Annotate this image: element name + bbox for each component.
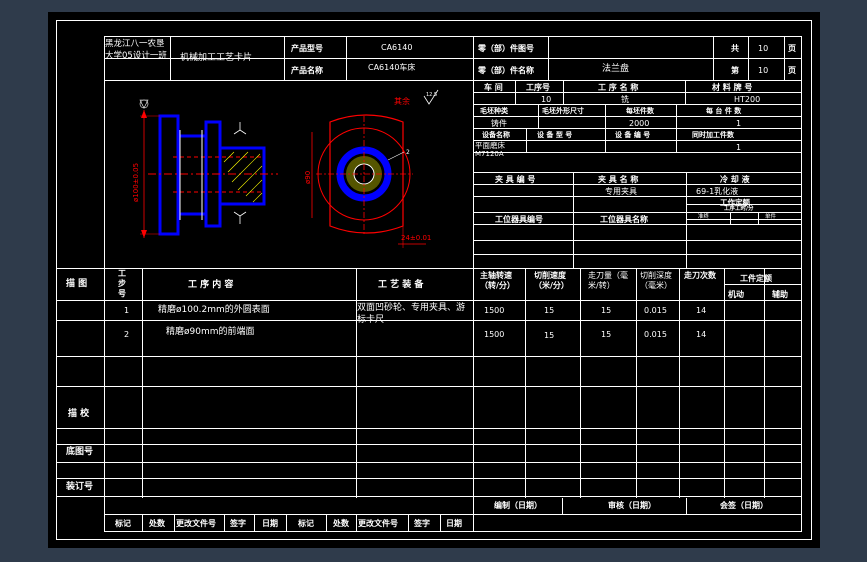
row2-speed: 1500 <box>484 330 505 339</box>
blank-count-label: 每坯件数 <box>626 107 654 115</box>
single-time-label: 工序工时/分 <box>724 206 754 212</box>
simul-count: 1 <box>736 143 742 152</box>
col-equipment: 工 艺 装 备 <box>378 280 424 290</box>
process-name: 铣 <box>621 95 629 104</box>
coolant-label: 冷 却 液 <box>720 175 750 184</box>
col-feed: 走刀量（毫米/转） <box>588 271 628 290</box>
review-label: 审核（日期） <box>608 501 656 510</box>
row1-speed: 1500 <box>484 306 505 315</box>
process-name-label: 工 序 名 称 <box>598 83 639 92</box>
equip-name: 平面磨床 <box>475 141 505 150</box>
front-view: ø90 24±0.01 2 <box>304 114 431 248</box>
col-content: 工 序 内 容 <box>188 280 234 290</box>
row2-cut-speed: 15 <box>544 331 555 340</box>
compile-label: 编制（日期） <box>494 501 542 510</box>
fixture-name-label: 夹 具 名 称 <box>598 175 639 184</box>
page-unit: 页 <box>788 66 796 75</box>
row1-feed: 15 <box>601 306 612 315</box>
station-tool-name-label: 工位器具名称 <box>600 215 648 224</box>
side-view: ø100±0.05 <box>132 99 278 238</box>
row2-passes: 14 <box>696 330 707 339</box>
equip-model-label: 设 备 型 号 <box>537 131 573 139</box>
fixture-name: 专用夹具 <box>605 187 637 196</box>
dim-small-text: 2 <box>406 149 410 156</box>
material-label: 材 料 牌 号 <box>712 83 753 92</box>
equip-model: M7120A <box>475 150 504 158</box>
footer-sign-2: 签字 <box>414 519 430 528</box>
footer-docno-2: 更改文件号 <box>358 519 398 528</box>
binding-no-label: 装订号 <box>66 482 94 492</box>
coolant: 69-1乳化液 <box>696 187 739 196</box>
check-label: 描 校 <box>68 409 90 419</box>
part-sketch: ø100±0.05 ø90 24±0.01 2 其余 12.5 <box>132 89 439 248</box>
row1-content: 精磨ø100.2mm的外圆表面 <box>158 305 270 315</box>
footer-docno-1: 更改文件号 <box>176 519 216 528</box>
row2-feed: 15 <box>601 330 612 339</box>
blank-type: 铸件 <box>491 119 507 128</box>
single2-label: 单件 <box>765 214 777 220</box>
footer-date-2: 日期 <box>446 519 462 528</box>
total-pages-unit: 页 <box>788 44 796 53</box>
row1-passes: 14 <box>696 306 707 315</box>
process-no-label: 工序号 <box>526 83 550 92</box>
equipment-list: 双面凹砂轮、专用夹具、游标卡尺 <box>357 303 466 325</box>
blank-count: 2000 <box>629 119 650 128</box>
footer-sign-1: 签字 <box>230 519 246 528</box>
station-tool-no-label: 工位器具编号 <box>495 215 543 224</box>
col-step: 工步号 <box>118 269 126 298</box>
base-no-label: 底图号 <box>66 447 94 457</box>
page-no: 10 <box>758 66 769 75</box>
blank-size-label: 毛坯外形尺寸 <box>542 107 584 115</box>
prep-label: 准终 <box>698 214 710 220</box>
process-no: 10 <box>541 95 552 104</box>
simul-label: 同时加工件数 <box>692 131 734 139</box>
row2-content: 精磨ø90mm的前端面 <box>166 327 255 337</box>
process-card-sheet: 黑龙江八一农垦大学05设计一班 机械加工工艺卡片 产品型号 CA6140 产品名… <box>48 12 820 548</box>
col-depth: 切削深度（毫米） <box>640 271 672 290</box>
equip-name-label: 设备名称 <box>482 131 510 139</box>
row1-depth: 0.015 <box>644 306 667 315</box>
per-unit-label: 每 台 件 数 <box>706 107 742 115</box>
total-pages-label: 共 <box>731 44 739 53</box>
col-sketch: 描 图 <box>66 279 88 289</box>
total-pages: 10 <box>758 44 769 53</box>
roughness-value: 12.5 <box>426 92 437 98</box>
material: HT200 <box>734 95 761 104</box>
col-speed: 主轴转速（转/分） <box>480 271 515 290</box>
row1-cut-speed: 15 <box>544 306 555 315</box>
footer-date-1: 日期 <box>262 519 278 528</box>
equip-no-label: 设 备 编 号 <box>615 131 651 139</box>
dim-left-text: ø100±0.05 <box>132 163 140 202</box>
roughness-symbol: 其余 12.5 <box>394 89 439 106</box>
col-machine: 机动 <box>728 290 744 299</box>
dim-bottom-text: 24±0.01 <box>401 234 431 242</box>
col-cut-speed: 切削速度（米/分） <box>534 271 569 290</box>
footer-mark-1: 标记 <box>115 519 131 528</box>
col-aux: 辅助 <box>772 290 788 299</box>
per-unit: 1 <box>736 119 742 128</box>
row1-step: 1 <box>124 306 130 315</box>
part-no-label: 零（部）件图号 <box>478 44 534 53</box>
footer-mark-2: 标记 <box>298 519 314 528</box>
footer-count-2: 处数 <box>333 519 349 528</box>
footer-count-1: 处数 <box>149 519 165 528</box>
part-name-label: 零（部）件名称 <box>478 66 534 75</box>
col-passes: 走刀次数 <box>684 271 716 280</box>
other-label: 其余 <box>394 96 410 106</box>
workshop-label: 车 间 <box>484 83 503 92</box>
row2-depth: 0.015 <box>644 330 667 339</box>
page-label: 第 <box>731 66 739 75</box>
row2-step: 2 <box>124 330 130 339</box>
col-quota: 工件定额 <box>740 274 772 283</box>
blank-type-label: 毛坯种类 <box>480 107 508 115</box>
sign-label: 会签（日期） <box>720 501 768 510</box>
dim-mid-text: ø90 <box>304 171 312 184</box>
fixture-no-label: 夹 具 编 号 <box>495 175 536 184</box>
part-name: 法兰盘 <box>602 64 630 74</box>
